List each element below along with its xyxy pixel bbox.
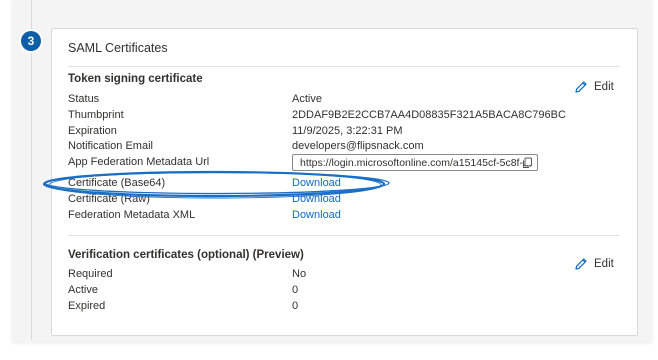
pencil-icon [574, 80, 588, 94]
verification-section-title: Verification certificates (optional) (Pr… [68, 249, 304, 261]
notification-email-row: Notification Email developers@flipsnack.… [68, 140, 628, 155]
step-connector-line [31, 0, 32, 340]
section-divider [68, 235, 619, 236]
title-divider [68, 66, 619, 67]
row-label: Thumbprint [68, 109, 124, 121]
row-label: Status [68, 93, 100, 105]
active-value: 0 [292, 284, 299, 296]
token-edit-button[interactable]: Edit [574, 80, 614, 94]
row-label: Expired [68, 300, 106, 312]
row-label: Active [68, 284, 98, 296]
status-row: Status Active [68, 93, 628, 108]
required-value: No [292, 268, 307, 280]
edit-label: Edit [594, 81, 614, 93]
expiration-value: 11/9/2025, 3:22:31 PM [292, 125, 403, 137]
expired-value: 0 [292, 300, 299, 312]
step-badge: 3 [21, 31, 41, 51]
thumbprint-value: 2DDAF9B2E2CCB7AA4D08835F321A5BACA8C796BC [292, 109, 566, 121]
row-label: App Federation Metadata Url [68, 156, 210, 168]
row-label: Expiration [68, 125, 117, 137]
active-row: Active 0 [68, 284, 628, 299]
federation-metadata-xml-row: Federation Metadata XML Download [68, 209, 628, 224]
token-section-title: Token signing certificate [68, 73, 203, 85]
status-value: Active [292, 93, 322, 105]
required-row: Required No [68, 268, 628, 283]
row-label: Federation Metadata XML [68, 209, 196, 221]
copy-icon[interactable] [522, 157, 533, 175]
download-federation-metadata-xml-link[interactable]: Download [292, 209, 341, 221]
expired-row: Expired 0 [68, 300, 628, 315]
row-label: Required [68, 268, 113, 280]
thumbprint-row: Thumbprint 2DDAF9B2E2CCB7AA4D08835F321A5… [68, 109, 628, 124]
card-title: SAML Certificates [68, 41, 168, 55]
highlight-ellipse-annotation [42, 170, 390, 199]
row-label: Notification Email [68, 140, 153, 152]
expiration-row: Expiration 11/9/2025, 3:22:31 PM [68, 125, 628, 140]
notification-email-value: developers@flipsnack.com [292, 140, 424, 152]
